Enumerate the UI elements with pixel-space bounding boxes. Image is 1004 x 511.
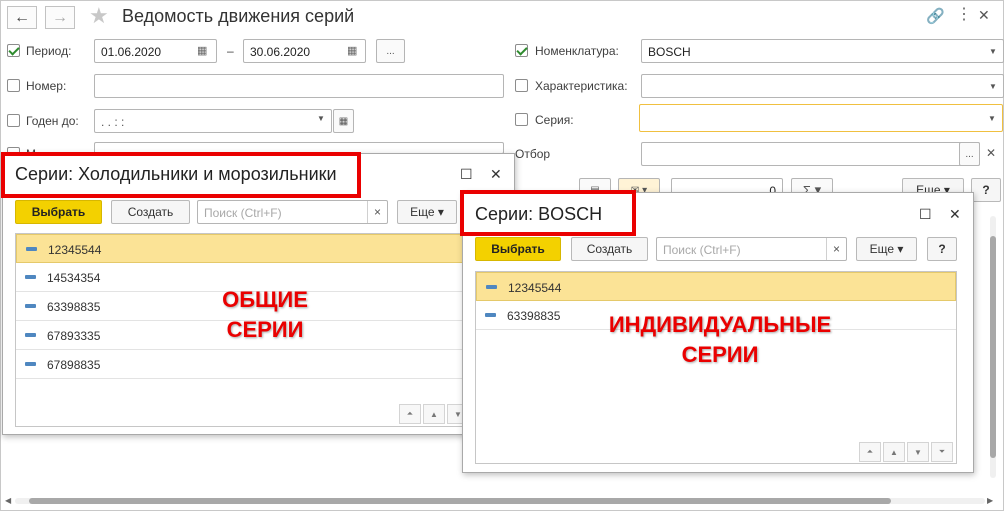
forward-button[interactable]: →	[45, 6, 75, 29]
arrow-left-icon: ←	[14, 8, 30, 26]
vertical-scrollbar[interactable]	[990, 216, 996, 478]
list-navigation: ⏶ ▲ ▼ ⏷	[859, 442, 955, 462]
series-marker-icon	[25, 362, 36, 366]
series-code: 14534354	[47, 271, 101, 285]
prev-page-icon[interactable]: ▲	[423, 404, 445, 424]
annotation-line: ИНДИВИДУАЛЬНЫЕ	[608, 312, 832, 337]
search-placeholder: Поиск (Ctrl+F)	[204, 206, 282, 220]
search-placeholder: Поиск (Ctrl+F)	[663, 243, 741, 257]
clear-icon[interactable]: ✕	[986, 146, 996, 160]
scroll-left-icon[interactable]: ◀	[5, 496, 11, 505]
period-label: Период:	[26, 44, 72, 58]
number-field[interactable]	[94, 74, 504, 98]
selection-field[interactable]	[641, 142, 980, 166]
scroll-right-icon[interactable]: ▶	[987, 496, 993, 505]
horizontal-scrollbar[interactable]	[15, 498, 985, 504]
selection-label: Отбор	[515, 147, 551, 161]
link-icon[interactable]: 🔗	[926, 7, 945, 25]
number-label: Номер:	[26, 79, 67, 93]
characteristic-field[interactable]: ▼	[641, 74, 1004, 98]
selection-select-button[interactable]: ...	[959, 142, 980, 166]
more-label: Еще	[869, 242, 895, 256]
search-input[interactable]: Поиск (Ctrl+F) ×	[197, 200, 388, 224]
series-checkbox[interactable]	[515, 113, 528, 126]
list-navigation: ⏶ ▲ ▼	[399, 404, 471, 424]
maximize-icon[interactable]: ☐	[460, 166, 473, 183]
chevron-down-icon[interactable]: ▼	[983, 40, 1003, 62]
nomenclature-field[interactable]: BOSCH ▼	[641, 39, 1004, 63]
chevron-down-icon[interactable]: ▼	[982, 105, 1002, 131]
period-checkbox[interactable]	[7, 44, 20, 57]
annotation-line: СЕРИИ	[226, 317, 304, 342]
prev-page-icon[interactable]: ▲	[883, 442, 905, 462]
list-item[interactable]: 12345544	[16, 234, 517, 263]
period-dash: –	[227, 44, 234, 58]
first-page-icon[interactable]: ⏶	[399, 404, 421, 424]
chevron-down-icon[interactable]: ▼	[317, 114, 325, 123]
series-code: 67893335	[47, 329, 101, 343]
nomenclature-checkbox[interactable]	[515, 44, 528, 57]
nomenclature-value: BOSCH	[648, 45, 691, 59]
nomenclature-label: Номенклатура:	[535, 44, 619, 58]
scroll-thumb[interactable]	[990, 236, 996, 458]
period-select-button[interactable]: ...	[376, 39, 405, 63]
series-marker-icon	[25, 275, 36, 279]
back-button[interactable]: ←	[7, 6, 37, 29]
calendar-icon[interactable]: ▦	[333, 109, 354, 133]
characteristic-checkbox[interactable]	[515, 79, 528, 92]
series-marker-icon	[26, 247, 37, 251]
series-marker-icon	[486, 285, 497, 289]
series-marker-icon	[25, 304, 36, 308]
common-series-annotation: ОБЩИЕ СЕРИИ	[195, 285, 335, 345]
scroll-thumb[interactable]	[29, 498, 891, 504]
series-field[interactable]: ▼	[639, 104, 1003, 132]
select-button[interactable]: Выбрать	[475, 237, 561, 261]
series-code: 12345544	[48, 243, 102, 257]
last-page-icon[interactable]: ⏷	[931, 442, 953, 462]
series-marker-icon	[25, 333, 36, 337]
more-vertical-icon[interactable]: ⋮	[956, 4, 972, 24]
maximize-icon[interactable]: ☐	[919, 206, 932, 223]
search-input[interactable]: Поиск (Ctrl+F) ×	[656, 237, 847, 261]
calendar-icon[interactable]: ▦	[197, 44, 207, 57]
clear-search-icon[interactable]: ×	[367, 201, 387, 223]
characteristic-label: Характеристика:	[535, 79, 628, 93]
arrow-right-icon: →	[52, 8, 68, 26]
series-code: 67898835	[47, 358, 101, 372]
individual-series-annotation: ИНДИВИДУАЛЬНЫЕ СЕРИИ	[595, 310, 845, 370]
select-button[interactable]: Выбрать	[15, 200, 102, 224]
close-icon[interactable]: ✕	[949, 206, 961, 223]
star-icon[interactable]: ★	[89, 3, 109, 29]
series-code: 12345544	[508, 281, 562, 295]
close-window-icon[interactable]: ✕	[978, 7, 990, 24]
valid-until-field[interactable]: . . : :	[94, 109, 332, 133]
create-button[interactable]: Создать	[111, 200, 190, 224]
series-code: 63398835	[47, 300, 101, 314]
highlight-frame	[1, 152, 361, 198]
next-page-icon[interactable]: ▼	[907, 442, 929, 462]
create-button[interactable]: Создать	[571, 237, 648, 261]
help-button[interactable]: ?	[927, 237, 957, 261]
number-checkbox[interactable]	[7, 79, 20, 92]
more-label: Еще	[410, 205, 435, 219]
series-code: 63398835	[507, 309, 561, 323]
highlight-frame	[460, 190, 636, 236]
more-button[interactable]: Еще ▾	[397, 200, 457, 224]
page-title: Ведомость движения серий	[122, 6, 355, 26]
series-label: Серия:	[535, 113, 574, 127]
annotation-line: СЕРИИ	[681, 342, 759, 367]
list-item[interactable]: 12345544	[476, 272, 956, 301]
more-button[interactable]: Еще ▾	[856, 237, 917, 261]
chevron-down-icon[interactable]: ▼	[983, 75, 1003, 97]
help-button[interactable]: ?	[971, 178, 1001, 202]
series-marker-icon	[485, 313, 496, 317]
clear-search-icon[interactable]: ×	[826, 238, 846, 260]
calendar-icon[interactable]: ▦	[347, 44, 357, 57]
close-icon[interactable]: ✕	[490, 166, 502, 183]
annotation-line: ОБЩИЕ	[222, 287, 308, 312]
list-item[interactable]: 67898835	[16, 350, 517, 379]
first-page-icon[interactable]: ⏶	[859, 442, 881, 462]
valid-until-checkbox[interactable]	[7, 114, 20, 127]
valid-until-label: Годен до:	[26, 114, 79, 128]
